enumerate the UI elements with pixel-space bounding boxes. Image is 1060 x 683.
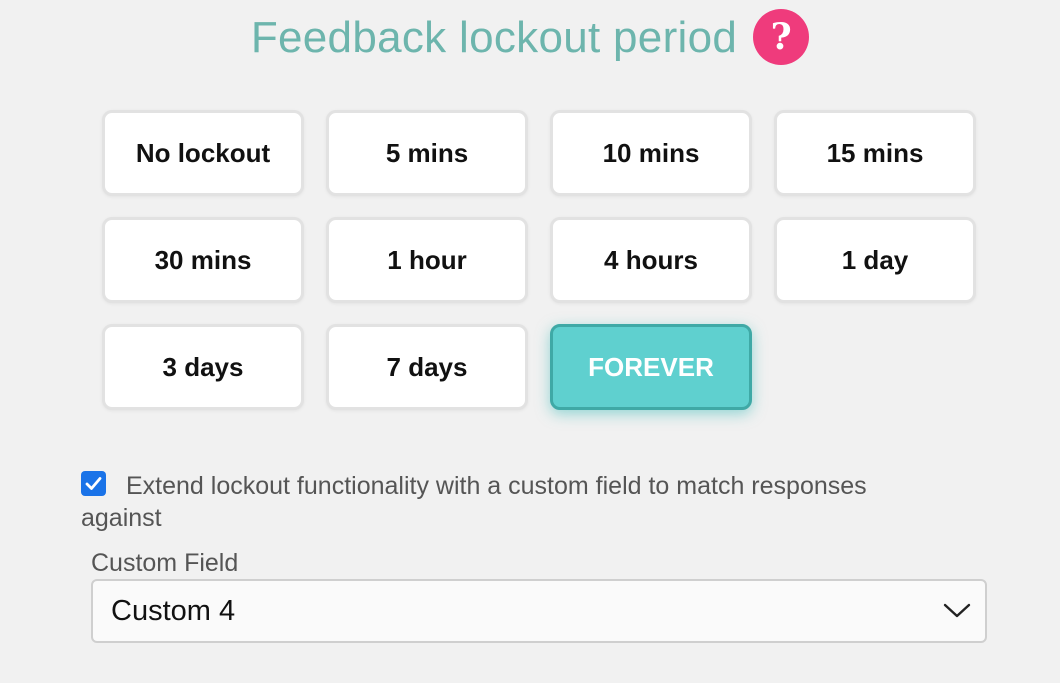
option-label: 4 hours: [604, 244, 698, 275]
extend-lockout-label: Extend lockout functionality with a cust…: [81, 472, 867, 532]
option-1-day[interactable]: 1 day: [774, 217, 976, 303]
option-30-mins[interactable]: 30 mins: [102, 217, 304, 303]
check-icon: [85, 477, 102, 490]
option-label: 1 hour: [387, 244, 467, 275]
question-mark-icon[interactable]: ?: [753, 9, 810, 65]
extend-lockout-checkbox[interactable]: [81, 471, 106, 496]
option-7-days[interactable]: 7 days: [326, 324, 528, 410]
option-15-mins[interactable]: 15 mins: [774, 110, 976, 196]
page-title: Feedback lockout period: [250, 13, 738, 62]
option-label: 7 days: [386, 351, 468, 382]
heading: Feedback lockout period ?: [0, 9, 1060, 66]
option-forever[interactable]: FOREVER: [550, 324, 752, 410]
lockout-settings-page: Feedback lockout period ? No lockout 5 m…: [0, 0, 1060, 683]
option-label: 30 mins: [154, 244, 252, 275]
option-4-hours[interactable]: 4 hours: [550, 217, 752, 303]
custom-field-select[interactable]: Custom 4: [91, 579, 987, 643]
option-label: No lockout: [135, 137, 271, 168]
extend-lockout-row: Extend lockout functionality with a cust…: [81, 470, 941, 534]
custom-field-label: Custom Field: [91, 549, 239, 577]
option-no-lockout[interactable]: No lockout: [102, 110, 304, 196]
chevron-down-icon: [943, 603, 971, 619]
option-5-mins[interactable]: 5 mins: [326, 110, 528, 196]
help-glyph: ?: [770, 16, 792, 58]
option-3-days[interactable]: 3 days: [102, 324, 304, 410]
option-label: 15 mins: [826, 137, 924, 168]
option-1-hour[interactable]: 1 hour: [326, 217, 528, 303]
option-label: 5 mins: [385, 137, 469, 168]
option-label: FOREVER: [588, 351, 714, 382]
option-label: 3 days: [162, 351, 244, 382]
option-label: 1 day: [841, 244, 909, 275]
custom-field-value: Custom 4: [111, 594, 236, 627]
option-label: 10 mins: [602, 137, 700, 168]
lockout-options: No lockout 5 mins 10 mins 15 mins 30 min…: [102, 110, 976, 410]
option-10-mins[interactable]: 10 mins: [550, 110, 752, 196]
